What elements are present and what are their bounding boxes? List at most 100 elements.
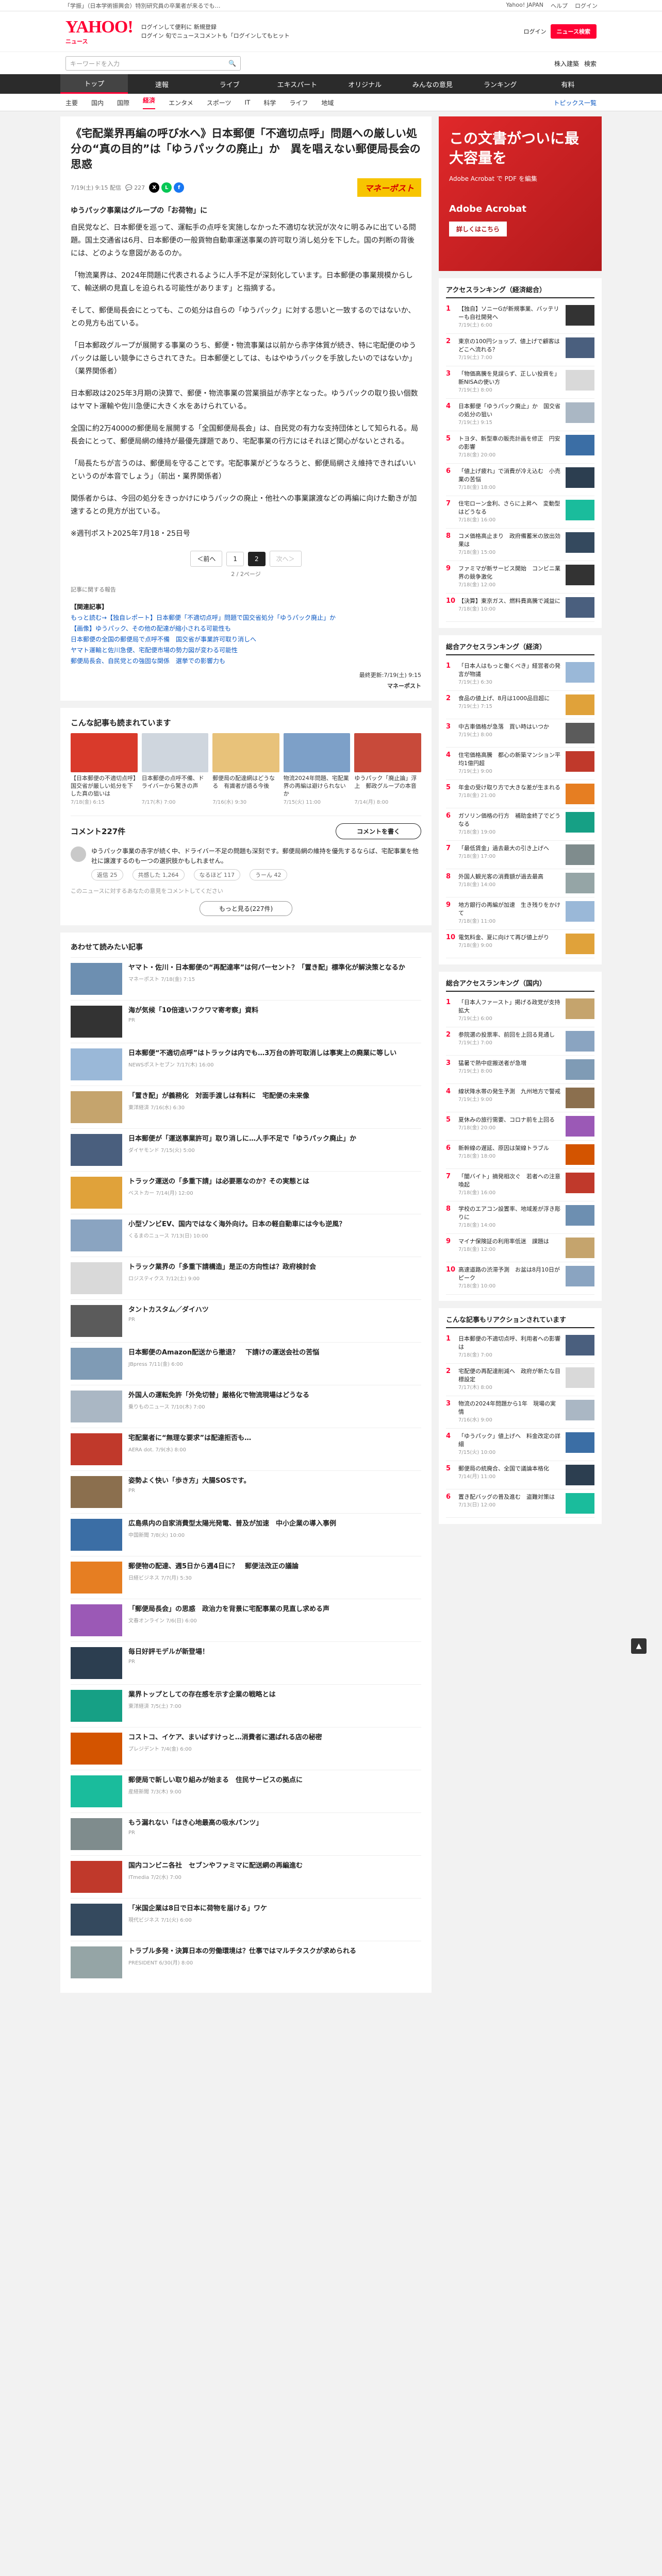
category-tab[interactable]: スポーツ [207, 98, 231, 107]
category-tab[interactable]: エンタメ [169, 98, 193, 107]
ranking-item[interactable]: 9 地方銀行の再編が加速 生き残りをかけて 7/18(金) 11:00 [446, 897, 594, 930]
header-login-link[interactable]: ログイン [524, 27, 547, 36]
ranking-item[interactable]: 10 電気料金、夏に向けて再び値上がり 7/18(金) 9:00 [446, 930, 594, 958]
recommend-item[interactable]: 広島県内の自家消費型太陽光発電、普及が加速 中小企業の導入事例 中国新聞 7/8(… [71, 1513, 421, 1556]
category-tab[interactable]: 国内 [91, 98, 104, 107]
ranking-item[interactable]: 8 学校のエアコン設置率、地域差が浮き彫りに 7/18(金) 14:00 [446, 1201, 594, 1234]
ranking-item[interactable]: 8 コメ価格高止まり 政府備蓄米の放出効果は 7/18(金) 15:00 [446, 529, 594, 561]
ranking-item[interactable]: 8 外国人観光客の消費額が過去最高 7/18(金) 14:00 [446, 869, 594, 897]
category-tab[interactable]: 経済 [143, 96, 156, 109]
nav-tab[interactable]: ライブ [196, 74, 263, 94]
pager-item[interactable]: 2 [248, 551, 266, 566]
recommend-item[interactable]: 毎日好評モデルが新登場！ PR [71, 1641, 421, 1684]
recommend-item[interactable]: 郵便物の配達、週5日から週4日に？ 郵便法改正の議論 日経ビジネス 7/7(月) … [71, 1556, 421, 1599]
ranking-item[interactable]: 7 住宅ローン金利、さらに上昇へ 変動型はどうなる 7/18(金) 16:00 [446, 496, 594, 529]
recommend-item[interactable]: 日本郵便のAmazon配送から撤退？ 下請けの運送会社の苦悩 JBpress 7/… [71, 1342, 421, 1385]
topbar-link-login[interactable]: ログイン [575, 2, 598, 10]
recommend-item[interactable]: 「郵便局長会」の思惑 政治力を背景に宅配事業の見直し求める声 文春オンライン 7/… [71, 1599, 421, 1641]
ranking-item[interactable]: 10 高速道路の渋滞予測 お盆は8月10日がピーク 7/18(金) 10:00 [446, 1262, 594, 1295]
nav-tab[interactable]: トップ [60, 74, 128, 94]
topbar-notice-link[interactable]: 「学振」（日本学術振興会）特別研究員の卒業者が来るでも… [64, 2, 221, 10]
ranking-item[interactable]: 2 東京の100円ショップ、値上げで顧客はどこへ流れる？ 7/19(土) 7:00 [446, 334, 594, 366]
ranking-item[interactable]: 4 線状降水帯の発生予測 九州地方で警戒 7/19(土) 9:00 [446, 1084, 594, 1112]
recommend-item[interactable]: 外国人の運転免許「外免切替」厳格化で物流現場はどうなる 乗りものニュース 7/10… [71, 1385, 421, 1428]
recommend-item[interactable]: トラブル多発・決算日本の労働環境は？仕事ではマルチタスクが求められる PRESID… [71, 1941, 421, 1984]
source-brand-logo[interactable]: マネーポスト [357, 178, 421, 197]
recommend-item[interactable]: 「米国企業は8日で日本に荷物を届ける」ワケ 現代ビジネス 7/1(火) 6:00 [71, 1898, 421, 1941]
ranking-item[interactable]: 1 【独自】ソニーGが新規事業、バッテリーも自社開発へ 7/19(土) 6:00 [446, 301, 594, 334]
category-tab[interactable]: IT [244, 99, 250, 106]
topics-list-link[interactable]: トピックス一覧 [553, 98, 597, 107]
ranking-item[interactable]: 6 ガソリン価格の行方 補助金終了でどうなる 7/18(金) 19:00 [446, 808, 594, 841]
pager-item[interactable]: ＜前へ [190, 551, 223, 567]
ranking-item[interactable]: 9 ファミマが新サービス開始 コンビニ業界の競争激化 7/18(金) 12:00 [446, 561, 594, 594]
ranking-item[interactable]: 2 食品の値上げ、8月は1000品目超に 7/19(土) 7:15 [446, 691, 594, 719]
recommend-item[interactable]: もう漏れない「はき心地最高の吸水パンツ」 PR [71, 1812, 421, 1855]
topbar-link-yahoo[interactable]: Yahoo! JAPAN [506, 2, 543, 10]
recommend-item[interactable]: 小型ゾンビEV、国内ではなく海外向け。日本の軽自動車には今も逆風？ くるまのニュー… [71, 1214, 421, 1257]
search-input[interactable]: キーワードを入力 🔍 [65, 56, 241, 71]
category-tab[interactable]: 主要 [65, 98, 78, 107]
pager-item[interactable]: 1 [226, 551, 244, 566]
recommend-item[interactable]: コストコ、イケア、まいばすけっと…消費者に選ばれる店の秘密 プレジデント 7/4(… [71, 1727, 421, 1770]
category-tab[interactable]: 国際 [117, 98, 129, 107]
ranking-item[interactable]: 3 物流の2024年問題から1年 現場の実情 7/16(水) 9:00 [446, 1396, 594, 1429]
ranking-item[interactable]: 1 「日本人ファースト」掲げる政党が支持拡大 7/19(土) 6:00 [446, 995, 594, 1027]
ranking-item[interactable]: 2 宅配便の再配達削減へ 政府が新たな目標設定 7/17(木) 8:00 [446, 1364, 594, 1396]
recommend-item[interactable]: ヤマト・佐川・日本郵便の“再配達率”は何パーセント？「置き配」標準化が解決策とな… [71, 957, 421, 1000]
category-tab[interactable]: ライフ [289, 98, 308, 107]
news-search-button[interactable]: ニュース検索 [550, 24, 597, 39]
ranking-item[interactable]: 5 トヨタ、新型車の販売計画を修正 円安の影響 7/18(金) 20:00 [446, 431, 594, 464]
recommend-item[interactable]: 郵便局で新しい取り組みが始まる 住民サービスの拠点に 産経新聞 7/3(木) 9:… [71, 1770, 421, 1812]
ranking-item[interactable]: 6 置き配バッグの普及進む 盗難対策は 7/13(日) 12:00 [446, 1489, 594, 1518]
ranking-item[interactable]: 9 マイナ保険証の利用率低迷 課題は 7/18(金) 12:00 [446, 1234, 594, 1262]
recommend-item[interactable]: 国内コンビニ各社 セブンやファミマに配送網の再編進む ITmedia 7/2(水)… [71, 1855, 421, 1898]
category-tab[interactable]: 科学 [263, 98, 276, 107]
comment-action[interactable]: 返信 25 [91, 869, 123, 880]
search-icon[interactable]: 🔍 [228, 60, 236, 67]
pickup-item[interactable]: ゆうパック「廃止論」浮上 郵政グループの本音 7/14(月) 8:00 [354, 733, 421, 805]
write-comment-button[interactable]: コメントを書く [335, 823, 421, 839]
nav-tab[interactable]: 速報 [128, 74, 195, 94]
nav-tab[interactable]: 有料 [534, 74, 602, 94]
page-top-icon[interactable]: ▲ [631, 1638, 647, 1654]
pager-item[interactable]: 次へ＞ [269, 551, 302, 567]
ranking-item[interactable]: 3 「物価高騰を見誤らず、正しい投資を」新NISAの使い方 7/19(土) 8:00 [446, 366, 594, 399]
related-link[interactable]: 【画像】ゆうパック、その他の配達が縮小される可能性も [71, 623, 421, 634]
ranking-item[interactable]: 4 日本郵便「ゆうパック廃止」か 国交省の処分の狙い 7/19(土) 9:15 [446, 399, 594, 431]
ranking-item[interactable]: 1 「日本人はもっと働くべき」経営者の発言が物議 7/19(土) 6:30 [446, 658, 594, 691]
ranking-item[interactable]: 7 「最低賃金」過去最大の引き上げへ 7/18(金) 17:00 [446, 841, 594, 869]
source-brand[interactable]: マネーポスト [387, 683, 421, 689]
facebook-share-icon[interactable]: f [174, 182, 185, 193]
recommend-item[interactable]: トラック運送の「多重下請」は必要悪なのか？その実態とは ベストカー 7/14(月)… [71, 1171, 421, 1214]
ranking-item[interactable]: 5 年金の受け取り方で大きな差が生まれる 7/18(金) 21:00 [446, 780, 594, 808]
ranking-item[interactable]: 3 中古車価格が急落 買い時はいつか 7/19(土) 8:00 [446, 719, 594, 748]
recommend-item[interactable]: トラック業界の「多重下請構造」是正の方向性は？政府検討会 ロジスティクス 7/12… [71, 1257, 421, 1299]
ad-banner[interactable]: この文書がついに最大容量を Adobe Acrobat で PDF を編集 Ad… [439, 116, 602, 271]
pickup-item[interactable]: 物流2024年問題、宅配業界の再編は避けられないか 7/15(火) 11:00 [283, 733, 351, 805]
ranking-item[interactable]: 6 「値上げ疲れ」で消費が冷え込む 小売業の苦悩 7/18(金) 18:00 [446, 464, 594, 496]
search-right-link-2[interactable]: 検索 [584, 59, 597, 68]
comment-action[interactable]: 共感した 1,264 [132, 869, 185, 880]
recommend-item[interactable]: 姿勢よく快い「歩き方」大腸SOSです。 PR [71, 1470, 421, 1513]
search-right-link[interactable]: 株入建築 [554, 59, 579, 68]
header-link-login[interactable]: ログイン 旬でニュースコメントも「ログインしてもヒット [141, 31, 290, 40]
related-link[interactable]: 郵便局長会、自民党との強固な関係 選挙での影響力も [71, 656, 421, 667]
ranking-item[interactable]: 3 猛暑で熱中症搬送者が急増 7/19(土) 8:00 [446, 1056, 594, 1084]
recommend-item[interactable]: 日本郵便“不適切点呼”はトラックは内でも…3万台の許可取消しは事実上の廃業に等し… [71, 1043, 421, 1086]
nav-tab[interactable]: みんなの意見 [399, 74, 466, 94]
ranking-item[interactable]: 4 住宅価格高騰 都心の新築マンション平均1億円超 7/19(土) 9:00 [446, 748, 594, 780]
ranking-item[interactable]: 2 参院選の投票率、前回を上回る見通し 7/19(土) 7:00 [446, 1027, 594, 1056]
ad-cta-button[interactable]: 詳しくはこちら [449, 222, 507, 236]
nav-tab[interactable]: ランキング [467, 74, 534, 94]
related-link[interactable]: もっと読む→【独自レポート】日本郵便「不適切点呼」問題で国交省処分「ゆうパック廃… [71, 613, 421, 623]
ranking-item[interactable]: 6 新幹線の遅延、原因は架線トラブル 7/18(金) 18:00 [446, 1141, 594, 1169]
comments-count-label[interactable]: コメント227件 [71, 826, 125, 837]
header-link-signup[interactable]: ログインして便利に 新規登録 [141, 23, 290, 31]
topbar-link-help[interactable]: ヘルプ [551, 2, 568, 10]
ranking-item[interactable]: 4 「ゆうパック」値上げへ 料金改定の詳細 7/15(火) 10:00 [446, 1429, 594, 1461]
ranking-item[interactable]: 1 日本郵便の不適切点呼、利用者への影響は 7/18(金) 7:00 [446, 1331, 594, 1364]
comment-count-link[interactable]: 💬 227 [125, 184, 145, 191]
category-tab[interactable]: 地域 [321, 98, 334, 107]
ranking-item[interactable]: 7 「闇バイト」摘発相次ぐ 若者への注意喚起 7/18(金) 16:00 [446, 1169, 594, 1201]
